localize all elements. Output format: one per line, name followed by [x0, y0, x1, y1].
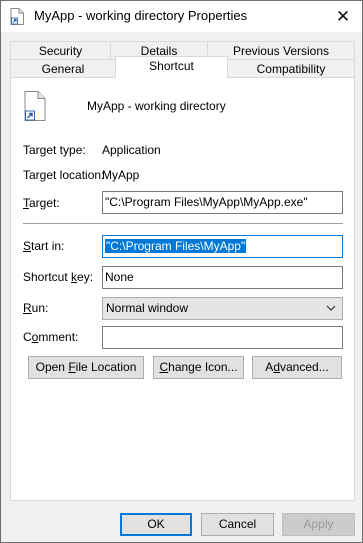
shortcut-key-field[interactable]: None	[102, 266, 343, 289]
ok-button[interactable]: OK	[120, 513, 192, 536]
selected-text: "C:\Program Files\MyApp"	[105, 239, 247, 253]
tab-compatibility[interactable]: Compatibility	[227, 59, 355, 78]
comment-label: Comment:	[23, 330, 79, 344]
close-icon: ✕	[335, 6, 351, 26]
shortcut-key-label: Shortcut key:	[23, 270, 94, 284]
run-dropdown-value: Normal window	[106, 301, 189, 315]
target-label: Target:	[23, 196, 60, 210]
cancel-button[interactable]: Cancel	[201, 513, 274, 536]
target-field[interactable]: "C:\Program Files\MyApp\MyApp.exe"	[102, 191, 343, 214]
properties-dialog: MyApp - working directory Properties ✕ S…	[0, 0, 363, 543]
advanced-button[interactable]: Advanced...	[252, 356, 342, 379]
start-in-label: Start in:	[23, 239, 65, 253]
target-location-value: MyApp	[102, 168, 140, 182]
tab-security[interactable]: Security	[10, 41, 111, 60]
divider	[23, 223, 343, 224]
start-in-field[interactable]: "C:\Program Files\MyApp"	[102, 235, 343, 258]
tab-shortcut[interactable]: Shortcut	[115, 56, 228, 78]
chevron-down-icon	[326, 305, 336, 311]
change-icon-button[interactable]: Change Icon...	[153, 356, 244, 379]
target-type-value: Application	[102, 143, 161, 157]
shortcut-file-icon	[24, 91, 46, 121]
window-title: MyApp - working directory Properties	[34, 8, 248, 23]
tab-previous-versions[interactable]: Previous Versions	[207, 41, 355, 60]
target-location-label: Target location:	[23, 168, 105, 182]
comment-field[interactable]	[102, 326, 343, 349]
tab-general[interactable]: General	[10, 59, 116, 78]
close-button[interactable]: ✕	[324, 1, 362, 32]
shortcut-name: MyApp - working directory	[87, 99, 226, 113]
apply-button[interactable]: Apply	[282, 513, 355, 536]
open-file-location-button[interactable]: Open File Location	[28, 356, 144, 379]
shortcut-tab-panel: MyApp - working directory Target type: A…	[10, 77, 355, 501]
target-type-label: Target type:	[23, 143, 86, 157]
run-label: Run:	[23, 301, 49, 315]
tab-strip: Security Details Previous Versions Gener…	[1, 32, 362, 78]
shortcut-file-icon	[10, 8, 24, 25]
run-dropdown[interactable]: Normal window	[102, 297, 343, 320]
title-bar[interactable]: MyApp - working directory Properties ✕	[1, 1, 362, 32]
